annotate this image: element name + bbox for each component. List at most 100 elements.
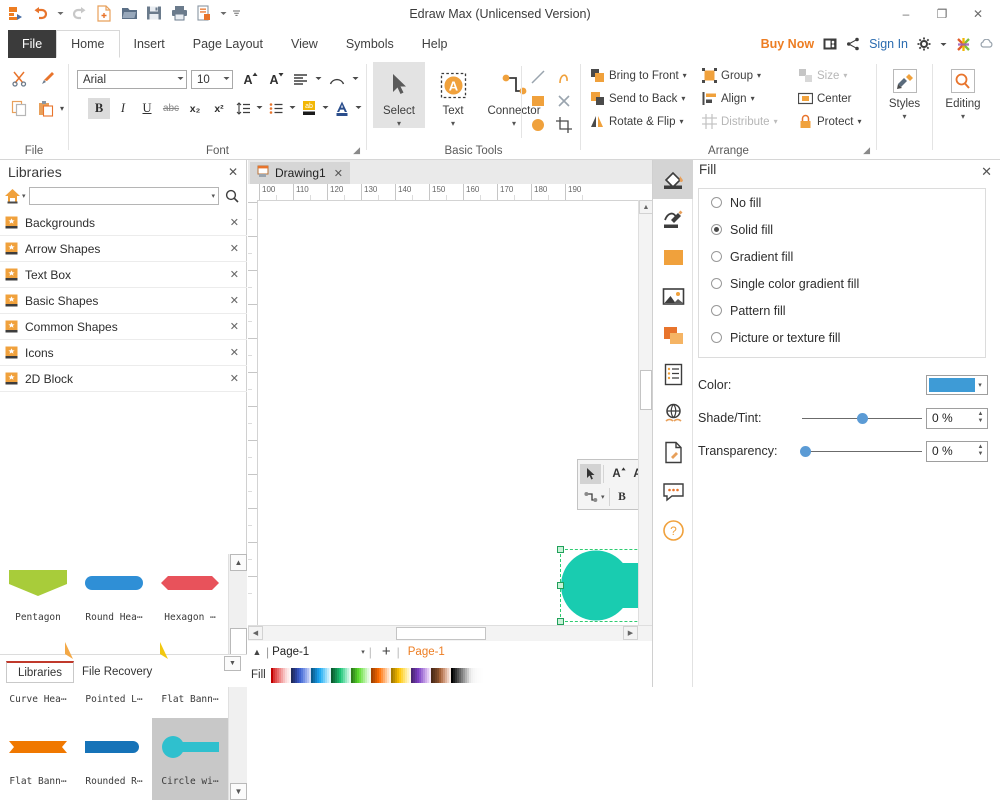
connector-caret[interactable]: ▾: [601, 493, 605, 501]
distribute-caret[interactable]: ▾: [774, 117, 778, 126]
pointer-icon[interactable]: [580, 464, 601, 484]
grow-font-icon[interactable]: A: [606, 464, 627, 484]
library-item-2d-block[interactable]: 2D Block ✕: [0, 366, 247, 392]
export-dropdown-caret[interactable]: [219, 3, 227, 23]
fill-color-swatches[interactable]: [271, 668, 491, 683]
document-tab-close-icon[interactable]: ✕: [334, 167, 343, 180]
cut-icon[interactable]: [8, 68, 30, 89]
fill-icon[interactable]: [653, 160, 693, 199]
slider-thumb[interactable]: [800, 446, 811, 457]
font-size-input[interactable]: 10: [191, 70, 233, 89]
slider-thumb[interactable]: [857, 413, 868, 424]
arrange-dialog-launcher[interactable]: ◢: [863, 145, 870, 156]
spinner-arrows[interactable]: ▲ ▼: [974, 411, 987, 425]
canvas-horizontal-scrollbar[interactable]: ◀ ▶: [248, 625, 652, 641]
color-picker-button[interactable]: ▾: [926, 375, 988, 395]
shade-tint-spinner[interactable]: 0 % ▲ ▼: [926, 408, 988, 429]
library-item-basic-shapes[interactable]: Basic Shapes ✕: [0, 288, 247, 314]
print-icon[interactable]: [169, 3, 189, 23]
page-name-value[interactable]: Page-1: [269, 646, 309, 658]
copy-icon[interactable]: [8, 98, 30, 119]
editing-caret[interactable]: ▾: [961, 112, 965, 121]
edraw-apps-icon[interactable]: [956, 37, 971, 52]
panel-scroll-down-button[interactable]: ▼: [224, 656, 241, 671]
tab-file[interactable]: File: [8, 30, 56, 58]
radio-button[interactable]: [711, 197, 722, 208]
maximize-button[interactable]: ❐: [924, 1, 960, 27]
library-item-common-shapes[interactable]: Common Shapes ✕: [0, 314, 247, 340]
styles-button[interactable]: Styles ▾: [877, 58, 932, 121]
spinner-up-icon[interactable]: ▲: [978, 444, 984, 451]
tab-view[interactable]: View: [277, 30, 332, 58]
edraw-logo-icon[interactable]: [6, 3, 26, 23]
strikethrough-button[interactable]: abc: [160, 98, 182, 119]
tab-file-recovery[interactable]: File Recovery: [82, 661, 152, 683]
arc-tool-icon[interactable]: [553, 66, 575, 87]
cloud-icon[interactable]: [980, 39, 994, 50]
shape-icon[interactable]: [653, 238, 693, 277]
group-button[interactable]: Group ▾: [699, 64, 781, 87]
format-painter-icon[interactable]: [36, 68, 58, 89]
connector-tool-caret[interactable]: ▾: [512, 119, 516, 128]
save-icon[interactable]: [144, 3, 164, 23]
hyperlink-globe-icon[interactable]: [653, 394, 693, 433]
paste-icon[interactable]: [34, 98, 56, 119]
text-align-caret[interactable]: [315, 75, 322, 84]
bullets-caret[interactable]: [289, 104, 296, 113]
paste-dropdown-caret[interactable]: ▾: [60, 104, 64, 113]
group-caret[interactable]: ▾: [757, 71, 761, 80]
curve-text-caret[interactable]: [352, 75, 359, 84]
fill-option-picture-or-texture-fill[interactable]: Picture or texture fill: [699, 324, 985, 351]
shape-cell-circle-with-rod[interactable]: Circle wi⋯: [152, 718, 228, 800]
select-tool-caret[interactable]: ▾: [397, 119, 401, 128]
close-shape-tool-icon[interactable]: [553, 90, 575, 111]
radio-button[interactable]: [711, 224, 722, 235]
tab-symbols[interactable]: Symbols: [332, 30, 408, 58]
resize-handle-w[interactable]: [557, 582, 564, 589]
font-color-caret[interactable]: [355, 104, 362, 113]
protect-caret[interactable]: ▾: [857, 117, 861, 126]
distribute-button[interactable]: Distribute ▾: [699, 110, 781, 133]
library-item-close-icon[interactable]: ✕: [230, 320, 239, 333]
gallery-scroll-thumb[interactable]: [230, 628, 247, 656]
library-item-close-icon[interactable]: ✕: [230, 294, 239, 307]
image-icon[interactable]: [653, 277, 693, 316]
size-caret[interactable]: ▾: [843, 71, 847, 80]
spinner-down-icon[interactable]: ▼: [978, 451, 984, 458]
transparency-spinner[interactable]: 0 % ▲ ▼: [926, 441, 988, 462]
undo-dropdown-caret[interactable]: [56, 3, 64, 23]
export-icon[interactable]: [194, 3, 214, 23]
bold-button[interactable]: B: [612, 487, 633, 507]
align-caret[interactable]: ▾: [751, 94, 755, 103]
layers-icon[interactable]: [653, 316, 693, 355]
page-tab-page-1[interactable]: Page-1: [400, 646, 445, 658]
editing-button[interactable]: Editing ▾: [933, 58, 993, 121]
text-tool-button[interactable]: A Text ▾: [427, 62, 479, 128]
protect-button[interactable]: Protect ▾: [795, 110, 864, 133]
canvas-vertical-scrollbar[interactable]: ▲ ▼: [638, 200, 652, 670]
fill-option-no-fill[interactable]: No fill: [699, 189, 985, 216]
spinner-up-icon[interactable]: ▲: [978, 411, 984, 418]
rotate-flip-caret[interactable]: ▾: [679, 117, 683, 126]
share-file-icon[interactable]: [823, 37, 837, 51]
bring-to-front-button[interactable]: Bring to Front ▾: [587, 64, 690, 87]
radio-button[interactable]: [711, 251, 722, 262]
library-search-input[interactable]: [30, 188, 212, 204]
shrink-font-icon[interactable]: A: [263, 69, 285, 90]
text-align-icon[interactable]: [289, 69, 311, 90]
font-name-caret[interactable]: [177, 75, 184, 84]
gallery-scroll-up-button[interactable]: ▲: [230, 554, 247, 571]
library-search-caret[interactable]: ▾: [211, 192, 215, 200]
library-item-close-icon[interactable]: ✕: [230, 346, 239, 359]
document-icon[interactable]: [653, 433, 693, 472]
minimize-button[interactable]: –: [888, 1, 924, 27]
radio-button[interactable]: [711, 332, 722, 343]
close-button[interactable]: ✕: [960, 1, 996, 27]
buy-now-button[interactable]: Buy Now: [761, 37, 814, 51]
send-to-back-caret[interactable]: ▾: [681, 94, 685, 103]
superscript-button[interactable]: x²: [208, 98, 230, 119]
open-file-icon[interactable]: [119, 3, 139, 23]
font-dialog-launcher[interactable]: ◢: [353, 145, 360, 156]
transparency-slider[interactable]: [802, 441, 922, 461]
share-icon[interactable]: [846, 37, 860, 51]
